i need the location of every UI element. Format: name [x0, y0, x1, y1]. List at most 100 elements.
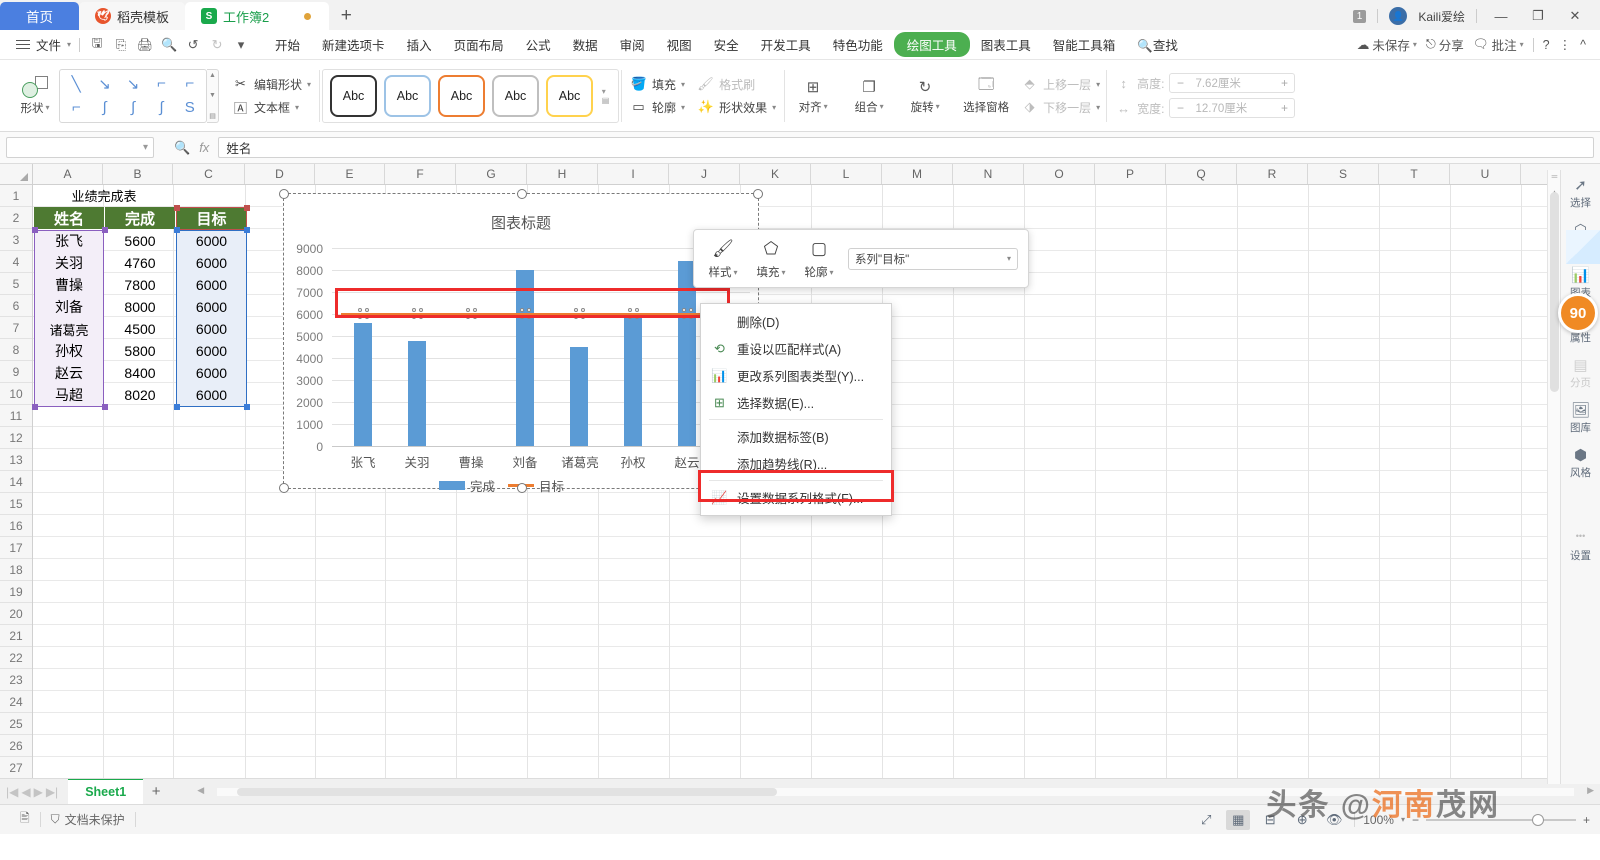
tab-home[interactable]: 首页 — [0, 2, 79, 30]
shape-style-5[interactable]: Abc — [546, 74, 594, 117]
column-header-P[interactable]: P — [1095, 164, 1166, 184]
ribbon-tab-data[interactable]: 数据 — [562, 32, 609, 57]
column-header-A[interactable]: A — [33, 164, 103, 184]
cell-C4[interactable]: 6000 — [176, 252, 247, 274]
row-header-27[interactable]: 27 — [0, 757, 32, 778]
score-badge[interactable]: 90 — [1558, 293, 1598, 333]
cell-A8[interactable]: 孙权 — [34, 340, 104, 362]
maximize-button[interactable]: ❐ — [1525, 8, 1551, 24]
minitb-outline-button[interactable]: ▢ 轮廓 ▾ — [800, 237, 838, 280]
page-break-view-icon[interactable]: ⊕ — [1290, 810, 1314, 830]
cell-A5[interactable]: 曹操 — [34, 274, 104, 296]
search-function-icon[interactable]: 🔍 — [174, 140, 190, 156]
column-header-B[interactable]: B — [103, 164, 173, 184]
doc-protection-status[interactable]: ⛉ 文档未保护 — [41, 811, 135, 828]
chart-resize-handle-bc[interactable] — [517, 483, 527, 493]
row-header-15[interactable]: 15 — [0, 493, 32, 515]
cell-B9[interactable]: 8400 — [105, 362, 175, 384]
column-header-I[interactable]: I — [598, 164, 669, 184]
legend-label-done[interactable]: 完成 — [470, 476, 495, 495]
cell-B7[interactable]: 4500 — [105, 318, 175, 340]
share-button[interactable]: ⎋ 分享 — [1426, 35, 1464, 54]
sidebar-item-style[interactable]: ⬢ 风格 — [1562, 446, 1600, 480]
ribbon-tab-chart-tools[interactable]: 图表工具 — [970, 32, 1042, 57]
row-header-3[interactable]: 3 — [0, 229, 32, 251]
scroll-down-icon[interactable]: ▼ — [209, 92, 216, 99]
column-header-J[interactable]: J — [669, 164, 740, 184]
first-sheet-icon[interactable]: |◀ — [6, 785, 18, 799]
column-header-N[interactable]: N — [953, 164, 1024, 184]
column-header-H[interactable]: H — [527, 164, 598, 184]
chevron-down-icon[interactable]: ▾ — [143, 142, 148, 153]
textbox-button[interactable]: 🄰 文本框 ▾ — [232, 99, 311, 116]
ribbon-tab-view[interactable]: 视图 — [656, 32, 703, 57]
ribbon-tab-devtools[interactable]: 开发工具 — [750, 32, 822, 57]
line-shape-curve3[interactable]: ∫ — [147, 96, 175, 120]
shape-style-2[interactable]: Abc — [384, 74, 432, 117]
cell-C8[interactable]: 6000 — [176, 340, 247, 362]
outline-button[interactable]: ▭ 轮廓 ▾ — [630, 99, 685, 116]
cell-A4[interactable]: 关羽 — [34, 252, 104, 274]
height-stepper[interactable]: − 7.62厘米 + — [1169, 73, 1296, 93]
resize-handle[interactable] — [244, 404, 250, 410]
shape-style-3[interactable]: Abc — [438, 74, 486, 117]
column-header-Q[interactable]: Q — [1166, 164, 1237, 184]
edit-shape-button[interactable]: ✂ 编辑形状 ▾ — [232, 76, 311, 93]
zoom-slider-knob[interactable] — [1531, 813, 1544, 826]
new-tab-button[interactable]: + — [329, 2, 363, 30]
ribbon-tab-features[interactable]: 特色功能 — [822, 32, 894, 57]
cell-A2-header[interactable]: 姓名 — [34, 207, 104, 229]
resize-handle[interactable] — [244, 227, 250, 233]
resize-handle[interactable] — [244, 205, 250, 211]
cell-B5[interactable]: 7800 — [105, 274, 175, 296]
resize-handle[interactable] — [32, 404, 38, 410]
horizontal-scrollbar[interactable]: ◀ ▶ — [197, 785, 1594, 797]
vertical-scrollbar[interactable]: ▲ ═ — [1547, 170, 1560, 784]
name-box[interactable]: ▾ — [6, 137, 154, 158]
row-header-6[interactable]: 6 — [0, 295, 32, 317]
column-header-C[interactable]: C — [173, 164, 245, 184]
ribbon-tab-drawing-tools[interactable]: 绘图工具 — [893, 32, 970, 57]
column-header-R[interactable]: R — [1237, 164, 1308, 184]
ribbon-tab-smart-toolbox[interactable]: 智能工具箱 — [1042, 32, 1127, 57]
chevron-down-icon[interactable]: ▾ — [1401, 815, 1405, 824]
page-layout-icon[interactable]: ⊟ — [1258, 810, 1282, 830]
chart-resize-handle-tr[interactable] — [753, 189, 763, 199]
ctx-reset-style[interactable]: ⟲ 重设以匹配样式(A) — [701, 335, 891, 362]
align-button[interactable]: ⊞ 对齐 ▾ — [787, 77, 839, 115]
cell-B3[interactable]: 5600 — [105, 230, 175, 252]
comment-button[interactable]: 🗨 批注 ▾ — [1473, 35, 1524, 54]
ribbon-tab-start[interactable]: 开始 — [264, 32, 311, 57]
line-shape-curve1[interactable]: ∫ — [90, 96, 118, 120]
row-header-21[interactable]: 21 — [0, 625, 32, 647]
vertical-scrollbar-thumb[interactable] — [1550, 192, 1559, 392]
column-header-G[interactable]: G — [456, 164, 527, 184]
row-header-26[interactable]: 26 — [0, 735, 32, 757]
add-sheet-button[interactable]: + — [143, 783, 169, 800]
sheet-tab-sheet1[interactable]: Sheet1 — [68, 779, 144, 804]
row-header-5[interactable]: 5 — [0, 273, 32, 295]
ctx-change-chart-type[interactable]: 📊 更改系列图表类型(Y)... — [701, 362, 891, 389]
row-header-4[interactable]: 4 — [0, 251, 32, 273]
insert-icon[interactable]: ⎘ — [110, 35, 132, 55]
row-header-10[interactable]: 10 — [0, 383, 32, 405]
fx-label[interactable]: fx — [199, 140, 209, 155]
cell-C7[interactable]: 6000 — [176, 318, 247, 340]
cell-C10[interactable]: 6000 — [176, 384, 247, 406]
help-icon[interactable]: ? — [1543, 38, 1550, 52]
ctx-select-data[interactable]: ⊞ 选择数据(E)... — [701, 389, 891, 416]
collapse-ribbon-icon[interactable]: ^ — [1580, 38, 1586, 52]
row-header-2[interactable]: 2 — [0, 207, 32, 229]
select-all-corner[interactable] — [0, 164, 33, 184]
chart-resize-handle-bl[interactable] — [279, 483, 289, 493]
row-header-23[interactable]: 23 — [0, 669, 32, 691]
cell-C9[interactable]: 6000 — [176, 362, 247, 384]
avatar[interactable]: 👤 — [1389, 7, 1408, 25]
line-shape-gallery[interactable]: ╲ ↘ ↘ ⌐ ⌐ ⌐ ∫ ∫ ∫ S — [59, 68, 207, 123]
column-header-T[interactable]: T — [1379, 164, 1450, 184]
ctx-delete[interactable]: 删除(D) — [701, 308, 891, 335]
row-header-25[interactable]: 25 — [0, 713, 32, 735]
ribbon-tab-review[interactable]: 审阅 — [609, 32, 656, 57]
close-button[interactable]: ✕ — [1562, 8, 1588, 24]
resize-handle[interactable] — [102, 404, 108, 410]
